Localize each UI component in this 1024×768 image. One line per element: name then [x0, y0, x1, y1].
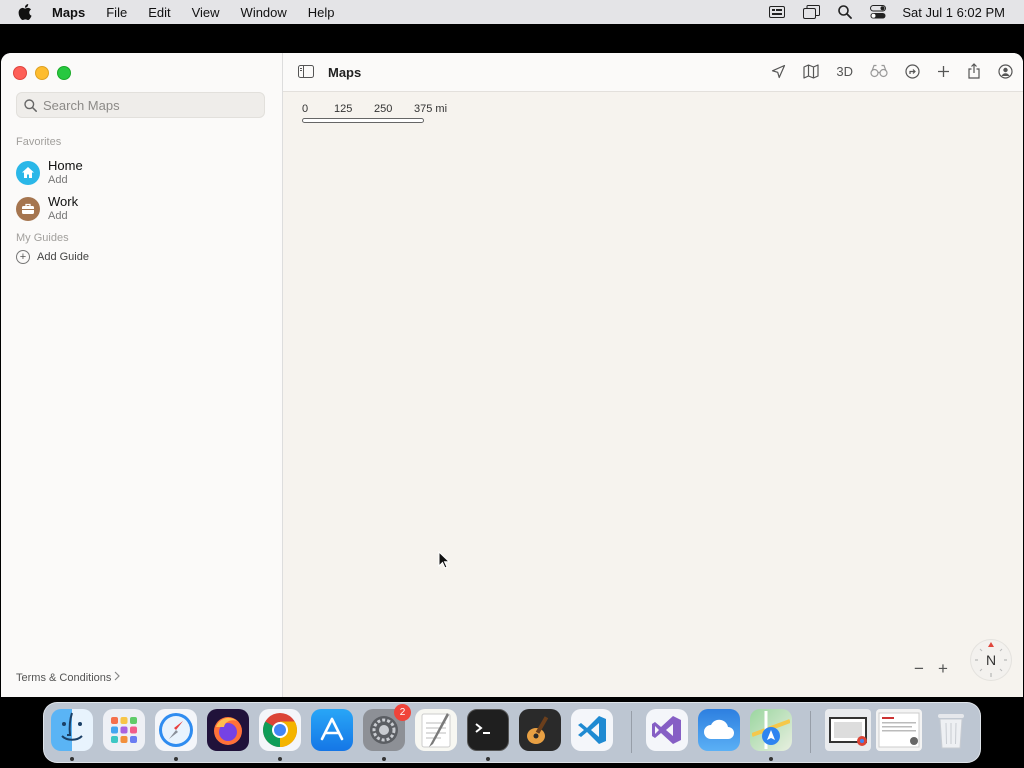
menu-file[interactable]: File [106, 5, 127, 20]
maps-window: Favorites Home Add Work Add My Guides + … [1, 53, 1023, 697]
account-icon[interactable] [998, 63, 1013, 79]
sidebar-toggle-icon[interactable] [298, 65, 314, 78]
share-icon[interactable] [967, 63, 981, 79]
dock-minimized-window-preview[interactable] [876, 709, 922, 751]
add-icon[interactable] [937, 65, 950, 78]
dock-safari-icon[interactable] [155, 709, 197, 751]
close-button[interactable] [13, 66, 27, 80]
favorite-title: Work [48, 194, 79, 209]
plus-circle-icon: + [16, 250, 30, 264]
dock-separator [631, 711, 632, 753]
zoom-out-button[interactable]: − [907, 659, 931, 679]
dock-textedit-icon[interactable] [415, 709, 457, 751]
dock-running-indicator [174, 757, 178, 761]
scale-label-375: 375 mi [414, 103, 448, 115]
search-input[interactable] [43, 97, 243, 113]
dock-running-indicator [278, 757, 282, 761]
dock-app-store-icon[interactable] [311, 709, 353, 751]
favorite-title: Home [48, 158, 83, 173]
minimize-button[interactable] [35, 66, 49, 80]
favorite-home[interactable]: Home Add [16, 159, 83, 186]
mouse-cursor-icon [438, 550, 451, 574]
add-guide-label: Add Guide [37, 251, 89, 263]
dock-minimized-window-chrome[interactable] [825, 709, 871, 751]
window-controls [13, 66, 71, 80]
keyboard-icon[interactable] [769, 6, 786, 18]
dock-system-settings-icon[interactable]: 2 [363, 704, 411, 751]
map-area[interactable]: Maps 3D 0 125 250 375 mi − + N [283, 53, 1023, 697]
compass[interactable]: N [971, 640, 1011, 680]
scale-bar [302, 118, 424, 123]
map-scale: 0 125 250 375 mi [302, 103, 472, 123]
spotlight-search-icon[interactable] [838, 5, 853, 19]
dock-running-indicator [70, 757, 74, 761]
my-guides-header: My Guides [16, 232, 69, 244]
toolbar-title: Maps [328, 65, 362, 80]
dock-visual-studio-icon[interactable] [646, 709, 688, 751]
search-field[interactable] [16, 92, 265, 118]
zoom-controls: − + [907, 659, 955, 679]
dock-trash-icon[interactable] [930, 709, 972, 751]
notification-badge: 2 [394, 704, 411, 721]
menu-view[interactable]: View [192, 5, 220, 20]
dock-finder-icon[interactable] [51, 709, 93, 751]
terms-link[interactable]: Terms & Conditions [16, 671, 121, 684]
menu-bar: Maps File Edit View Window Help Sat Jul … [0, 0, 1024, 24]
dock-maps-icon[interactable] [750, 709, 792, 751]
dock-running-indicator [382, 757, 386, 761]
dock-separator [810, 711, 811, 753]
dock-vscode-icon[interactable] [571, 709, 613, 751]
briefcase-icon [16, 196, 40, 221]
favorite-work[interactable]: Work Add [16, 195, 78, 222]
sidebar: Favorites Home Add Work Add My Guides + … [1, 53, 283, 697]
favorite-subtitle[interactable]: Add [48, 210, 78, 222]
menu-clock[interactable]: Sat Jul 1 6:02 PM [902, 5, 1005, 20]
directions-icon[interactable] [905, 63, 920, 79]
look-around-icon[interactable] [870, 64, 888, 78]
dock-chrome-icon[interactable] [259, 709, 301, 751]
menu-window[interactable]: Window [241, 5, 287, 20]
menu-app-name[interactable]: Maps [52, 5, 85, 20]
dock-terminal-icon[interactable] [467, 709, 509, 751]
favorites-header: Favorites [16, 136, 62, 148]
home-icon [16, 160, 40, 185]
scale-label-250: 250 [374, 103, 393, 115]
search-icon [24, 98, 37, 112]
compass-label: N [985, 652, 997, 668]
location-arrow-icon[interactable] [771, 64, 786, 79]
screen-mirroring-icon[interactable] [803, 5, 821, 19]
terms-label: Terms & Conditions [16, 671, 112, 684]
toolbar: Maps 3D [283, 53, 1023, 92]
3d-button[interactable]: 3D [836, 64, 853, 79]
menu-help[interactable]: Help [308, 5, 335, 20]
dock-running-indicator [486, 757, 490, 761]
fullscreen-button[interactable] [57, 66, 71, 80]
favorite-subtitle[interactable]: Add [48, 174, 83, 186]
zoom-in-button[interactable]: + [931, 659, 955, 679]
dock-firefox-icon[interactable] [207, 709, 249, 751]
apple-menu-icon[interactable] [18, 4, 34, 20]
add-guide-button[interactable]: + Add Guide [16, 250, 89, 264]
dock-running-indicator [769, 757, 773, 761]
map-mode-icon[interactable] [803, 63, 819, 79]
dock-weather-icon[interactable] [698, 709, 740, 751]
scale-label-0: 0 [302, 103, 309, 115]
scale-label-125: 125 [334, 103, 353, 115]
dock-garageband-icon[interactable] [519, 709, 561, 751]
dock: 2 [43, 702, 981, 763]
control-center-icon[interactable] [870, 5, 887, 19]
dock-launchpad-icon[interactable] [103, 709, 145, 751]
chevron-right-icon [114, 671, 121, 684]
menu-edit[interactable]: Edit [148, 5, 170, 20]
